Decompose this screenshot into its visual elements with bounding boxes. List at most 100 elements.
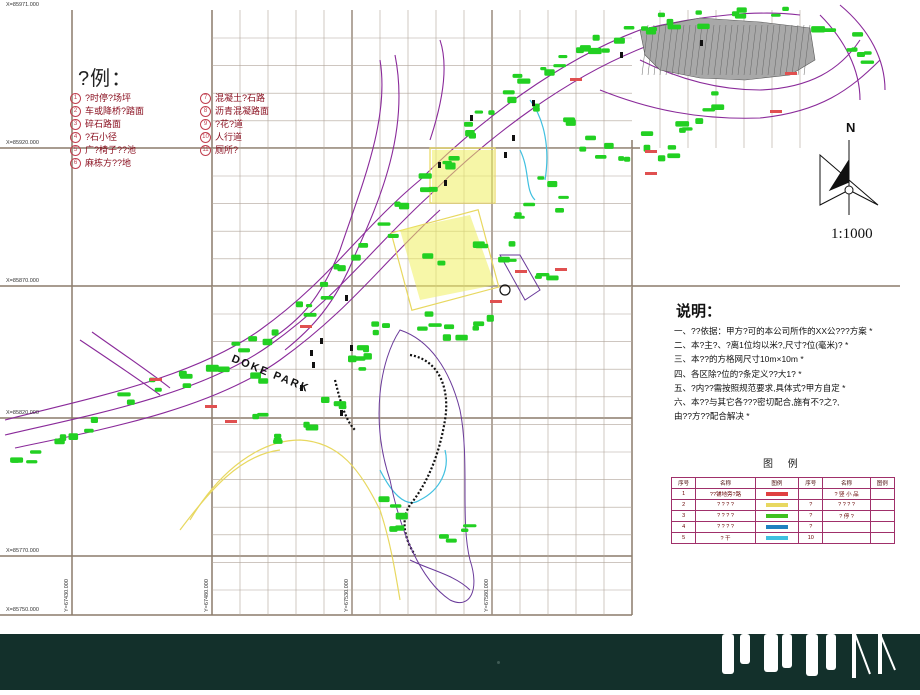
tree-patch (305, 304, 313, 308)
tree-patch (547, 181, 558, 188)
note-line: 由??方??配合解决 * (674, 411, 750, 422)
feature-dot (444, 180, 447, 186)
facility-marker (150, 378, 162, 381)
legend-swatch (765, 491, 788, 496)
tree-patch (398, 202, 410, 210)
tree-patch (613, 37, 625, 44)
tree-patch (442, 160, 452, 165)
tree-patch (295, 301, 303, 308)
tree-patch (178, 370, 187, 377)
notes-title: 说明： (676, 303, 722, 320)
tree-patch (126, 399, 135, 405)
legend-label: 麻栋方??地 (85, 158, 132, 168)
tree-patch (856, 52, 865, 57)
tree-patch (217, 366, 230, 373)
tree-patch (645, 29, 657, 35)
legend-item: 3 碎石路面 (70, 118, 144, 131)
tree-patch (502, 90, 515, 95)
note-line: 五、?内??需按照规范要求,具体式?甲方自定 * (674, 382, 846, 393)
legend-item: 9 ?花?道 (200, 118, 269, 131)
tree-patch (428, 323, 442, 327)
legend-label: ?花?道 (215, 119, 244, 129)
note-line: 一、??依据：甲方?可的本公司所作的XX公???方案 * (674, 326, 873, 336)
tree-patch (811, 26, 826, 33)
legend-table-title: 图 例 (763, 459, 804, 470)
tree-patch (657, 155, 666, 162)
legend-swatch (765, 535, 788, 540)
facility-marker (300, 325, 312, 328)
tree-patch (252, 413, 260, 420)
tree-patch (472, 241, 485, 248)
tree-patch (448, 156, 460, 161)
tree-patch (333, 401, 347, 407)
legend-table-cell (798, 488, 824, 500)
hatched-building (639, 17, 816, 81)
legend-number-icon: 7 (200, 93, 211, 104)
tree-patch (320, 296, 334, 300)
legend-table: 序号 名称 图例 序号 名称 图例 1 ??铺地旁?路? 竖 小 品 2? ? ? ??? ? … (670, 477, 896, 544)
tree-patch (463, 524, 477, 528)
tree-patch (182, 383, 192, 388)
legend-label: 混凝土?石路 (215, 93, 266, 103)
facility-marker (555, 268, 567, 271)
legend-table-cell (869, 488, 896, 500)
tree-patch (534, 275, 542, 279)
legend-table-cell (869, 532, 896, 544)
tree-patch (563, 117, 575, 123)
legend-table-cell: 1 (670, 488, 697, 500)
tree-patch (333, 264, 340, 270)
island-outlines (378, 254, 541, 603)
legend-table-cell: 10 (798, 532, 824, 544)
tree-patch (437, 260, 446, 266)
legend-number-icon: 10 (200, 132, 211, 143)
tree-patch (205, 364, 219, 372)
legend-table-cell: ? 干 (695, 532, 756, 544)
tree-patch (68, 433, 79, 440)
legend-table-cell (869, 521, 896, 533)
tree-patch (418, 173, 432, 179)
legend-table-header: 图例 (869, 477, 896, 489)
legend-label: ?时停?场坪 (85, 93, 132, 103)
legend-item: 10 人行道 (200, 131, 269, 144)
tree-patch (667, 145, 677, 150)
legend-label: 沥青混凝路面 (215, 106, 270, 116)
feature-dot (340, 410, 343, 416)
coord-label: Y=67480.000 (204, 579, 210, 612)
tree-patch (26, 460, 38, 464)
legend-table-cell: ? 停 ? (822, 510, 871, 522)
tree-patch (512, 73, 523, 78)
legend-item: 2 车或降桥?踏面 (70, 105, 144, 118)
feature-dot (320, 338, 323, 344)
legend-label: 厕所? (215, 145, 239, 155)
legend-table-cell: ? ? ? ? (822, 499, 871, 511)
tree-patch (537, 176, 545, 180)
tree-patch (54, 438, 65, 445)
legend-label: 车或降桥?踏面 (85, 106, 145, 116)
facility-marker (645, 150, 657, 153)
legend-swatch (765, 502, 788, 507)
feature-dot (350, 345, 353, 351)
tree-patch (555, 208, 564, 213)
north-arrow-icon (819, 140, 879, 215)
legend-table-cell: ? ? ? ? (695, 521, 756, 533)
legend-table-cell: 3 (670, 510, 697, 522)
tree-patch (472, 325, 479, 331)
legend-number-icon: 8 (200, 106, 211, 117)
tree-patch (378, 496, 390, 503)
tree-patch (117, 392, 131, 397)
feature-dot (345, 295, 348, 301)
coord-label: X=85820.000 (6, 410, 39, 416)
legend-table-cell (754, 532, 800, 544)
tree-patch (319, 281, 329, 287)
yellow-paths (179, 147, 500, 601)
legend-table-cell: ? (798, 510, 824, 522)
legend-number-icon: 1 (70, 93, 81, 104)
legend-table-cell: 5 (670, 532, 697, 544)
tree-patch (10, 457, 24, 463)
tree-patch (428, 186, 438, 192)
coord-label: X=85920.000 (6, 140, 39, 146)
legend-table-header: 图例 (754, 477, 800, 489)
tree-patch (711, 104, 725, 110)
facility-marker (570, 78, 582, 81)
tree-patch (558, 55, 568, 59)
